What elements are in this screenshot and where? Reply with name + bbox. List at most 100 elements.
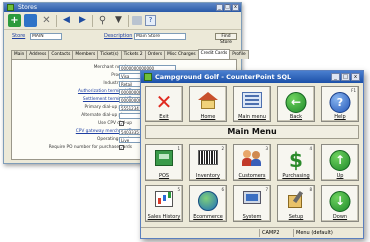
tab-orders[interactable]: Orders xyxy=(144,50,166,59)
sales-history-button[interactable]: 5 Sales History xyxy=(145,185,183,222)
help-shortcut: F1 xyxy=(351,88,356,93)
up-button[interactable]: ↑ Up xyxy=(321,144,359,181)
stores-title: Stores xyxy=(18,4,37,11)
main-menu-title: Main Menu xyxy=(145,125,359,139)
store-label[interactable]: Store xyxy=(12,33,25,39)
customers-label: Customers xyxy=(238,173,266,179)
maximize-button[interactable]: □ xyxy=(224,4,231,11)
main-menu-window: Campground Golf - CounterPoint SQL _ □ x… xyxy=(140,70,364,239)
next-record-icon[interactable]: ▶ xyxy=(76,14,89,27)
tab-misc-charges[interactable]: Misc Charges xyxy=(164,50,199,59)
ecommerce-label: Ecommerce xyxy=(193,214,223,220)
tab-tickets-2[interactable]: Tickets 2 xyxy=(120,50,146,59)
tab-members[interactable]: Members xyxy=(72,50,99,59)
green-up-arrow-icon: ↑ xyxy=(329,150,351,171)
menu-row: 5 Sales History 6 Ecommerce 7 System 8 S… xyxy=(145,185,359,222)
help-icon[interactable]: ? xyxy=(145,15,156,26)
main-menu-label: Main menu xyxy=(238,114,266,120)
house-icon xyxy=(198,92,218,109)
system-label: System xyxy=(242,214,262,220)
tab-address[interactable]: Address xyxy=(26,50,50,59)
toolbar-divider xyxy=(128,14,129,27)
exit-label: Exit xyxy=(159,114,169,120)
sales-history-icon xyxy=(155,191,173,207)
sales-history-label: Sales History xyxy=(147,214,181,220)
barcode-icon xyxy=(198,150,218,165)
purchasing-shortcut: 4 xyxy=(309,146,312,151)
close-button[interactable]: x xyxy=(232,4,239,11)
tab-main[interactable]: Main xyxy=(11,50,28,59)
help-button[interactable]: F1 ? Help xyxy=(321,86,359,122)
back-label: Back xyxy=(289,114,303,120)
inventory-button[interactable]: 2 Inventory xyxy=(189,144,227,181)
sales-history-shortcut: 5 xyxy=(177,187,180,192)
exit-button[interactable]: ✕ Exit xyxy=(145,86,183,122)
description-field[interactable]: Main Store xyxy=(134,33,186,40)
setup-icon xyxy=(287,190,305,208)
down-button[interactable]: ↓ Down xyxy=(321,185,359,222)
filter-icon[interactable]: ▼ xyxy=(112,14,125,27)
red-x-icon: ✕ xyxy=(155,90,173,114)
status-company: CAMP2 xyxy=(259,229,294,237)
store-row: Store MAIN Description Main Store Find S… xyxy=(4,30,241,45)
print-icon[interactable] xyxy=(132,16,142,25)
find-store-button[interactable]: Find Store xyxy=(215,33,237,45)
tab-contacts[interactable]: Contacts xyxy=(48,50,74,59)
stores-tabs: Main Address Contacts Members Ticket(s) … xyxy=(11,49,249,60)
description-label[interactable]: Description xyxy=(104,33,132,39)
use-cpv-checkbox[interactable]: ✓ xyxy=(119,121,124,126)
require-po-checkbox[interactable]: ✓ xyxy=(119,145,124,150)
toolbar-divider xyxy=(56,14,57,27)
app-icon xyxy=(7,4,14,11)
tab-profile[interactable]: Profile xyxy=(229,50,249,59)
new-record-icon[interactable]: + xyxy=(8,14,21,27)
status-bar: CAMP2 Menu (default) xyxy=(141,227,363,238)
delete-icon[interactable]: ✕ xyxy=(40,14,53,27)
ecommerce-shortcut: 6 xyxy=(221,187,224,192)
setup-shortcut: 8 xyxy=(309,187,312,192)
back-button[interactable]: ← Back xyxy=(277,86,315,122)
save-icon[interactable] xyxy=(24,14,37,27)
app-icon xyxy=(144,73,152,81)
green-left-arrow-icon: ← xyxy=(285,92,307,113)
previous-record-icon[interactable]: ◀ xyxy=(60,14,73,27)
status-menu: Menu (default) xyxy=(293,229,360,237)
toolbar-divider xyxy=(92,14,93,27)
customers-shortcut: 3 xyxy=(265,146,268,151)
main-menu-titlebar[interactable]: Campground Golf - CounterPoint SQL _ □ x xyxy=(141,71,363,83)
minimize-button[interactable]: _ xyxy=(216,4,223,11)
green-down-arrow-icon: ↓ xyxy=(329,191,351,212)
close-button[interactable]: x xyxy=(351,73,360,81)
ecommerce-button[interactable]: 6 Ecommerce xyxy=(189,185,227,222)
help-label: Help xyxy=(334,114,346,120)
pos-button[interactable]: 1 POS xyxy=(145,144,183,181)
navigation-toolbar: ✕ Exit Home Main menu ← Back F1 ? Help xyxy=(145,86,359,122)
pos-register-icon xyxy=(155,150,173,166)
customers-button[interactable]: 3 Customers xyxy=(233,144,271,181)
customers-icon xyxy=(242,150,262,166)
lookup-icon[interactable]: ⚲ xyxy=(96,14,109,27)
system-shortcut: 7 xyxy=(265,187,268,192)
stores-toolbar: + ✕ ◀ ▶ ⚲ ▼ ? xyxy=(4,12,241,30)
setup-button[interactable]: 8 Setup xyxy=(277,185,315,222)
menu-grid: 1 POS 2 Inventory 3 Customers 4 $ Purcha… xyxy=(145,144,359,226)
store-field[interactable]: MAIN xyxy=(30,33,62,40)
tab-tickets[interactable]: Ticket(s) xyxy=(97,50,122,59)
menu-row: 1 POS 2 Inventory 3 Customers 4 $ Purcha… xyxy=(145,144,359,181)
inventory-shortcut: 2 xyxy=(221,146,224,151)
up-label: Up xyxy=(336,173,344,179)
stores-titlebar[interactable]: Stores _ □ x xyxy=(4,3,241,12)
use-cpv-label: Use CPV dial-up xyxy=(97,121,132,126)
purchasing-button[interactable]: 4 $ Purchasing xyxy=(277,144,315,181)
menu-icon xyxy=(242,92,262,108)
maximize-button[interactable]: □ xyxy=(341,73,350,81)
purchasing-label: Purchasing xyxy=(282,173,310,179)
main-menu-button[interactable]: Main menu xyxy=(233,86,271,122)
setup-label: Setup xyxy=(288,214,304,220)
minimize-button[interactable]: _ xyxy=(331,73,340,81)
home-button[interactable]: Home xyxy=(189,86,227,122)
inventory-label: Inventory xyxy=(196,173,220,179)
dollar-icon: $ xyxy=(289,148,303,172)
help-icon: ? xyxy=(329,92,351,113)
system-button[interactable]: 7 System xyxy=(233,185,271,222)
